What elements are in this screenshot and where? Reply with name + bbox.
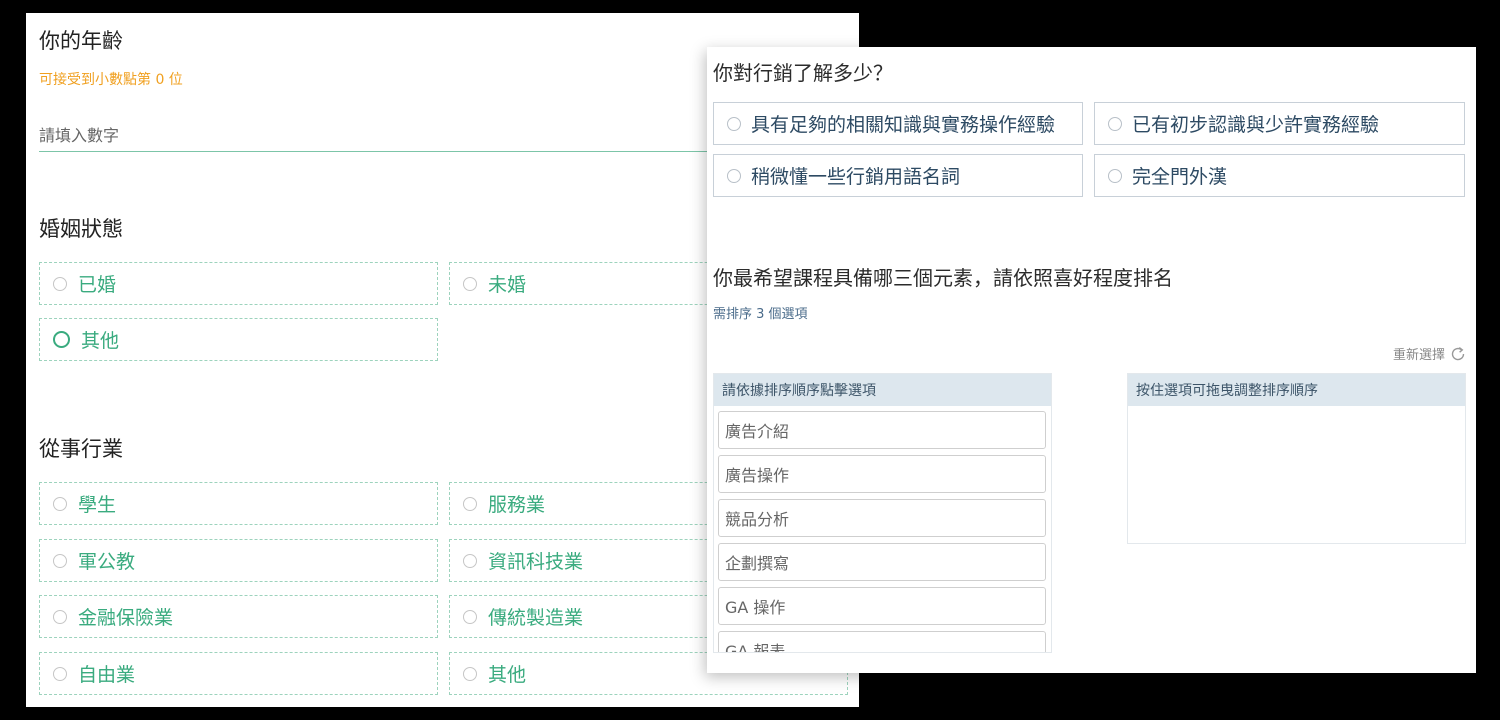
ranking-options-column: 請依據排序順序點擊選項 廣告介紹 廣告操作 競品分析 企劃撰寫 GA 操作 GA… xyxy=(713,373,1052,653)
industry-option-freelance[interactable]: 自由業 xyxy=(39,652,438,695)
option-label: 完全門外漢 xyxy=(1132,166,1228,188)
ranking-item[interactable]: GA 報表 xyxy=(718,631,1046,652)
ranking-item[interactable]: 競品分析 xyxy=(718,499,1046,537)
refresh-icon xyxy=(1451,346,1465,360)
industry-option-public-sector[interactable]: 軍公教 xyxy=(39,539,438,582)
option-label: 金融保險業 xyxy=(78,607,174,629)
option-label: 軍公教 xyxy=(78,551,136,573)
ranking-options-header: 請依據排序順序點擊選項 xyxy=(714,374,1051,406)
radio-icon xyxy=(53,553,67,568)
ranking-result-header: 按住選項可拖曳調整排序順序 xyxy=(1128,374,1465,406)
radio-icon xyxy=(1108,116,1122,131)
option-label: 已婚 xyxy=(78,274,117,296)
option-label: 其他 xyxy=(488,664,527,686)
industry-option-student[interactable]: 學生 xyxy=(39,482,438,525)
age-decimal-hint: 可接受到小數點第 0 位 xyxy=(39,72,183,88)
radio-icon xyxy=(727,168,741,183)
radio-icon xyxy=(727,116,741,131)
radio-icon xyxy=(53,496,67,511)
ranking-item[interactable]: 廣告介紹 xyxy=(718,411,1046,449)
radio-icon xyxy=(1108,168,1122,183)
marketing-option-beginner[interactable]: 完全門外漢 xyxy=(1094,154,1465,197)
option-label: 具有足夠的相關知識與實務操作經驗 xyxy=(751,114,1056,136)
ranking-hint: 需排序 3 個選項 xyxy=(713,307,808,322)
reset-label: 重新選擇 xyxy=(1392,348,1445,363)
age-question-title: 你的年齡 xyxy=(39,29,123,53)
option-label: 已有初步認識與少許實務經驗 xyxy=(1132,114,1380,136)
option-label: 學生 xyxy=(78,494,117,516)
age-number-input[interactable] xyxy=(39,119,729,152)
radio-icon xyxy=(463,496,477,511)
marketing-option-terms[interactable]: 稍微懂一些行銷用語名詞 xyxy=(713,154,1083,197)
radio-icon xyxy=(463,609,477,624)
option-label: 自由業 xyxy=(78,664,136,686)
radio-icon xyxy=(463,666,477,681)
radio-icon xyxy=(463,276,477,291)
marketing-option-basic[interactable]: 已有初步認識與少許實務經驗 xyxy=(1094,102,1465,145)
option-label: 稍微懂一些行銷用語名詞 xyxy=(751,166,961,188)
industry-option-finance[interactable]: 金融保險業 xyxy=(39,595,438,638)
radio-icon xyxy=(53,331,70,348)
marital-option-married[interactable]: 已婚 xyxy=(39,262,438,305)
option-label: 資訊科技業 xyxy=(488,551,584,573)
radio-icon xyxy=(53,276,67,291)
option-label: 服務業 xyxy=(488,494,546,516)
ranking-item[interactable]: GA 操作 xyxy=(718,587,1046,625)
industry-question-title: 從事行業 xyxy=(39,437,123,461)
reset-selection-button[interactable]: 重新選擇 xyxy=(1393,344,1466,363)
marital-question-title: 婚姻狀態 xyxy=(39,217,123,241)
survey-panel-right: 你對行銷了解多少？ 具有足夠的相關知識與實務操作經驗 已有初步認識與少許實務經驗… xyxy=(707,47,1476,673)
option-label: 其他 xyxy=(81,330,120,352)
radio-icon xyxy=(463,553,477,568)
ranking-result-column[interactable]: 按住選項可拖曳調整排序順序 xyxy=(1127,373,1466,544)
option-label: 未婚 xyxy=(488,274,527,296)
radio-icon xyxy=(53,609,67,624)
ranking-item[interactable]: 企劃撰寫 xyxy=(718,543,1046,581)
option-label: 傳統製造業 xyxy=(488,607,584,629)
ranking-question-title: 你最希望課程具備哪三個元素，請依照喜好程度排名 xyxy=(713,266,1173,290)
marketing-question-title: 你對行銷了解多少？ xyxy=(713,61,893,85)
marital-option-other[interactable]: 其他 xyxy=(39,318,438,361)
radio-icon xyxy=(53,666,67,681)
marketing-option-experienced[interactable]: 具有足夠的相關知識與實務操作經驗 xyxy=(713,102,1083,145)
ranking-item[interactable]: 廣告操作 xyxy=(718,455,1046,493)
